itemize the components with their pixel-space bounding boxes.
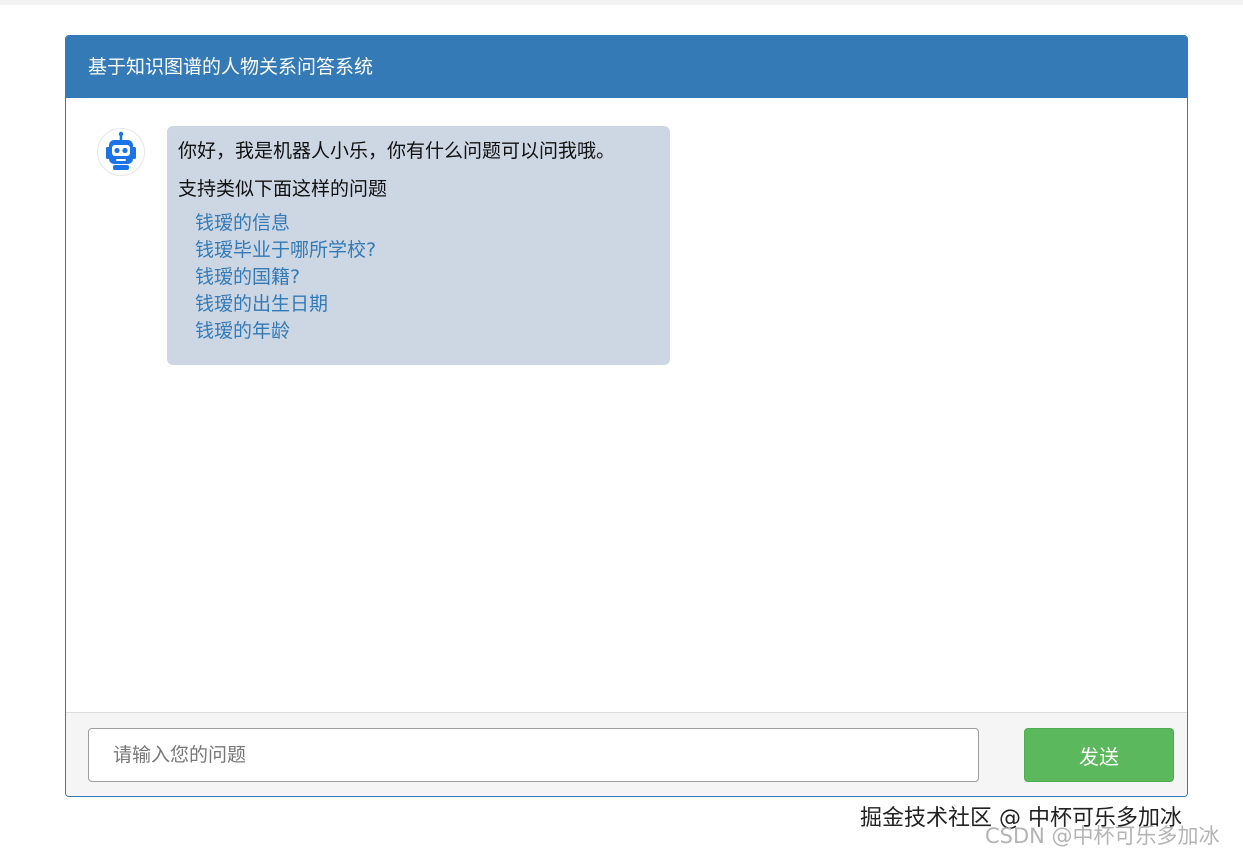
suggestion-link[interactable]: 钱瑷的出生日期 [195, 291, 658, 318]
chat-messages: 你好，我是机器人小乐，你有什么问题可以问我哦。 支持类似下面这样的问题 钱瑷的信… [66, 98, 1187, 712]
chat-panel: 基于知识图谱的人物关系问答系统 你好，我是机器人小乐，你有什么问题可以问我哦。 … [65, 35, 1188, 797]
robot-avatar [97, 128, 145, 176]
top-strip [0, 0, 1243, 5]
suggestion-link[interactable]: 钱瑷的国籍? [195, 264, 658, 291]
watermark-csdn: CSDN @中杯可乐多加冰 [985, 824, 1220, 848]
chat-input-bar: 发送 [66, 712, 1187, 796]
panel-title: 基于知识图谱的人物关系问答系统 [66, 36, 1187, 98]
robot-icon [106, 131, 136, 170]
greeting-text: 你好，我是机器人小乐，你有什么问题可以问我哦。 [178, 140, 616, 162]
intro-text: 支持类似下面这样的问题 [178, 178, 388, 200]
question-input[interactable] [88, 728, 979, 782]
robot-message-bubble: 你好，我是机器人小乐，你有什么问题可以问我哦。 支持类似下面这样的问题 钱瑷的信… [167, 126, 670, 365]
suggestion-link[interactable]: 钱瑷的信息 [195, 210, 658, 237]
suggestion-link[interactable]: 钱瑷的年龄 [195, 318, 658, 345]
suggestion-link[interactable]: 钱瑷毕业于哪所学校? [195, 237, 658, 264]
suggestion-list: 钱瑷的信息 钱瑷毕业于哪所学校? 钱瑷的国籍? 钱瑷的出生日期 钱瑷的年龄 [178, 210, 658, 345]
send-button[interactable]: 发送 [1024, 728, 1174, 782]
